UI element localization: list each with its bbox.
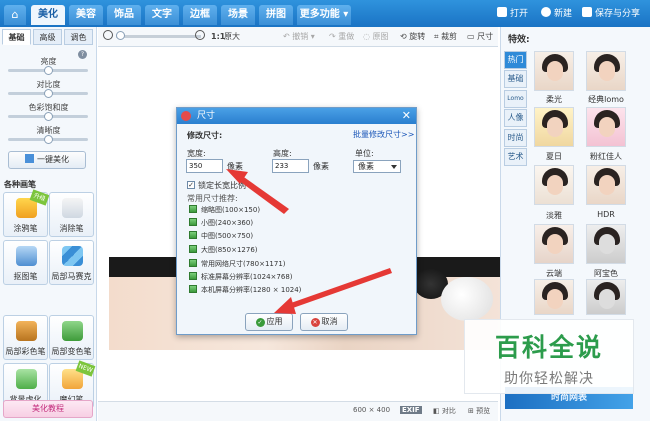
arrow-to-apply-button [274,268,392,314]
arrow-to-width-input [226,169,289,214]
watermark: 百科全说 助你轻松解决 [464,319,634,394]
watermark-title: 百科全说 [494,333,603,362]
watermark-subtitle: 助你轻松解决 [504,371,594,387]
